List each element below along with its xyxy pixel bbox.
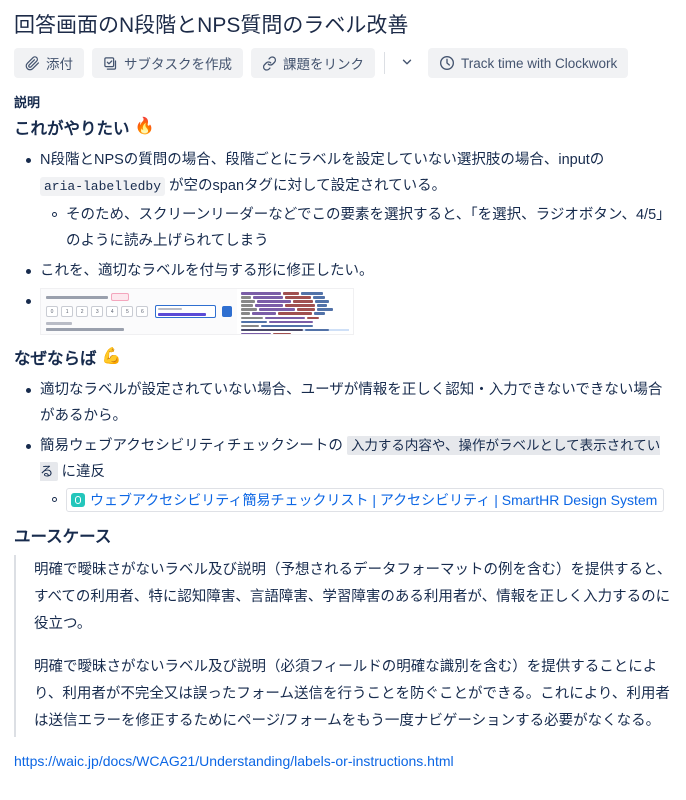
next-question-placeholder: [46, 328, 124, 331]
flexed-biceps-emoji-icon: 💪: [101, 348, 122, 365]
attach-button-label: 添付: [46, 57, 73, 72]
goal-sub-list: そのため、スクリーンリーダーなどでこの要素を選択すると、「を選択、ラジオボタン、…: [40, 202, 672, 254]
list-item: そのため、スクリーンリーダーなどでこの要素を選択すると、「を選択、ラジオボタン、…: [52, 202, 672, 254]
create-subtask-button-label: サブタスクを作成: [124, 57, 232, 72]
section-heading-goal-text: これがやりたい: [14, 120, 130, 138]
list-item: ウェブアクセシビリティ簡易チェックリスト | アクセシビリティ | SmartH…: [52, 487, 672, 513]
description-field-label: 説明: [14, 95, 41, 110]
page-title: 回答画面のN段階とNPS質問のラベル改善: [14, 14, 409, 37]
smart-link-label: ウェブアクセシビリティ簡易チェックリスト | アクセシビリティ | SmartH…: [90, 492, 658, 509]
form-question-row: [46, 293, 232, 301]
bullet-text-part: が空のspanタグに対して設定されている。: [165, 178, 447, 194]
embedded-screenshot-form-pane: 0 1 2 3 4 5 6: [41, 289, 237, 334]
list-item: これを、適切なラベルを付与する形に修正したい。: [26, 258, 672, 284]
create-subtask-button[interactable]: サブタスクを作成: [92, 48, 243, 78]
goal-bullet-list: N段階とNPSの質問の場合、段階ごとにラベルを設定していない選択肢の場合、inp…: [14, 147, 672, 335]
question-text-placeholder: [46, 295, 108, 299]
checkbox-task-icon: [103, 56, 118, 71]
issue-action-toolbar: 添付 サブタスクを作成 課題をリンク Track time with Clock: [14, 48, 672, 78]
blockquote-paragraph: 明確で曖昧さがないラベル及び説明（必須フィールドの明確な識別を含む）を提供するこ…: [34, 659, 670, 729]
more-actions-button[interactable]: [394, 48, 420, 78]
section-heading-usecase-text: ユースケース: [14, 528, 112, 546]
smart-link-card[interactable]: ウェブアクセシビリティ簡易チェックリスト | アクセシビリティ | SmartH…: [66, 488, 665, 513]
section-heading-goal: これがやりたい 🔥: [14, 115, 672, 139]
list-item: 簡易ウェブアクセシビリティチェックシートの 入力する内容や、操作がラベルとして表…: [26, 433, 672, 513]
toolbar-divider: [384, 52, 385, 74]
blockquote-paragraph: 明確で曖昧さがないラベル及び説明（予想されるデータフォーマットの例を含む）を提供…: [34, 562, 672, 632]
rating-option: 0: [46, 306, 59, 317]
list-item: N段階とNPSの質問の場合、段階ごとにラベルを設定していない選択肢の場合、inp…: [26, 147, 672, 254]
section-heading-usecase: ユースケース: [14, 523, 672, 547]
code-chip-aria-labelledby: aria-labelledby: [40, 177, 166, 196]
rating-option: 2: [76, 306, 89, 317]
rating-options-row: 0 1 2 3 4 5 6: [46, 305, 233, 318]
attach-button[interactable]: 添付: [14, 48, 84, 78]
track-time-clockwork-button[interactable]: Track time with Clockwork: [428, 48, 629, 78]
rating-option: 6: [136, 306, 149, 317]
fire-emoji-icon: 🔥: [134, 118, 155, 135]
section-heading-reason-text: なぜならば: [14, 350, 97, 368]
embedded-screenshot-devtools-pane: [237, 289, 353, 334]
clock-icon: [439, 55, 455, 71]
rating-option: 1: [61, 306, 74, 317]
link-issue-button[interactable]: 課題をリンク: [251, 48, 375, 78]
issue-detail-page: 回答画面のN段階とNPS質問のラベル改善 添付 サブタスクを作成 課題をリンク: [0, 0, 686, 771]
usecase-blockquote: 明確で曖昧さがないラベル及び説明（予想されるデータフォーマットの例を含む）を提供…: [14, 555, 672, 737]
link-issue-button-label: 課題をリンク: [283, 57, 364, 72]
bullet-text-part: N段階とNPSの質問の場合、段階ごとにラベルを設定していない選択肢の場合、inp…: [40, 152, 605, 168]
paperclip-icon: [25, 55, 40, 71]
track-time-clockwork-button-label: Track time with Clockwork: [461, 55, 618, 71]
focused-element-outline: [155, 305, 216, 318]
rating-option: 3: [91, 306, 104, 317]
selected-option-highlight: [221, 306, 233, 317]
embedded-screenshot[interactable]: 0 1 2 3 4 5 6: [40, 288, 354, 335]
rating-option: 4: [106, 306, 119, 317]
list-item-media: 0 1 2 3 4 5 6: [26, 288, 672, 335]
reason-text-suffix: に違反: [57, 464, 106, 480]
reason-bullet-list: 適切なラベルが設定されていない場合、ユーザが情報を正しく認知・入力できないできな…: [14, 377, 672, 513]
list-item: 適切なラベルが設定されていない場合、ユーザが情報を正しく認知・入力できないできな…: [26, 377, 672, 429]
section-heading-reason: なぜならば 💪: [14, 345, 672, 369]
rating-option: 5: [121, 306, 134, 317]
reason-sub-list: ウェブアクセシビリティ簡易チェックリスト | アクセシビリティ | SmartH…: [40, 487, 672, 513]
chevron-down-icon: [400, 55, 414, 72]
source-url-link[interactable]: https://waic.jp/docs/WCAG21/Understandin…: [14, 753, 454, 769]
smarthr-favicon-icon: [71, 493, 85, 508]
link-chain-icon: [262, 55, 277, 71]
reason-text-prefix: 簡易ウェブアクセシビリティチェックシートの: [40, 438, 347, 454]
